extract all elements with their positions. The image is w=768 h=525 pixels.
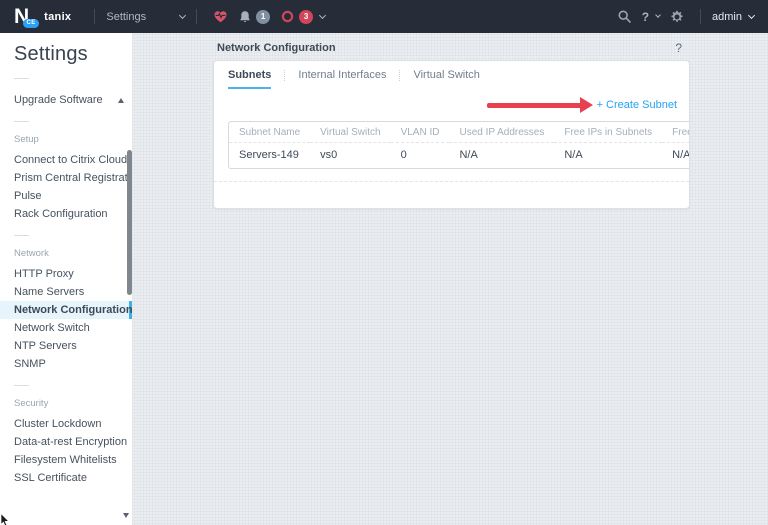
admin-label: admin [712, 10, 742, 23]
tab-separator [284, 70, 286, 81]
alerts-button[interactable]: 3 [280, 9, 327, 24]
sidebar-item-connect-to-citrix-cloud[interactable]: Connect to Citrix Cloud [0, 151, 132, 169]
sidebar-divider [14, 121, 29, 122]
card-footer [214, 182, 689, 208]
sidebar-item-rack-configuration[interactable]: Rack Configuration [0, 205, 132, 223]
tab-virtual-switch[interactable]: Virtual Switch [413, 61, 479, 89]
subnets-table: Subnet Name Virtual Switch VLAN ID Used IP … [228, 121, 689, 169]
create-subnet-row: + Create Subnet [214, 89, 689, 121]
sidebar-item-network-configuration[interactable]: Network Configuration [0, 301, 132, 319]
top-navbar: N CE tanix Settings 1 3 ? admin [0, 0, 768, 33]
help-icon[interactable]: ? [675, 41, 682, 55]
tabs: Subnets Internal Interfaces Virtual Switch [214, 61, 689, 89]
column-header-subnet-name: Subnet Name [239, 127, 301, 138]
sidebar-scrollbar-thumb[interactable] [127, 150, 132, 295]
help-icon: ? [641, 9, 650, 24]
chevron-down-icon [747, 11, 756, 19]
chevron-down-icon [655, 12, 661, 18]
network-configuration-panel: Network Configuration ? Subnets Internal … [213, 36, 690, 209]
sidebar-divider [14, 385, 29, 386]
search-button[interactable] [617, 9, 632, 24]
gear-icon [671, 10, 683, 22]
help-menu[interactable]: ? [641, 9, 661, 24]
tab-internal-interfaces[interactable]: Internal Interfaces [298, 61, 386, 89]
sidebar-sections: Setup Connect to Citrix Cloud Prism Centra… [0, 134, 132, 487]
search-icon [618, 10, 631, 23]
notifications-count-badge: 1 [256, 9, 271, 24]
create-subnet-link[interactable]: + Create Subnet [597, 99, 677, 111]
table-cell: N/A [662, 142, 689, 168]
sidebar-item-network-switch[interactable]: Network Switch [0, 319, 132, 337]
sidebar-divider [14, 235, 29, 236]
annotation-arrow-icon [487, 97, 593, 113]
sidebar-item-upgrade-software[interactable]: Upgrade Software [0, 91, 132, 109]
arrow-head [580, 97, 593, 113]
column-header-used-ip-addresses: Used IP Addresses [459, 127, 545, 138]
column-header-virtual-switch: Virtual Switch [320, 127, 381, 138]
sidebar-item-cluster-lockdown[interactable]: Cluster Lockdown [0, 415, 132, 433]
tab-separator [399, 70, 401, 81]
logo-ce-badge: CE [23, 18, 40, 28]
navbar-divider [196, 9, 198, 24]
table-header-row: Subnet Name Virtual Switch VLAN ID Used IP … [229, 122, 689, 142]
alerts-count-badge: 3 [299, 9, 314, 24]
gear-button[interactable] [670, 10, 684, 24]
sidebar-item-ntp-servers[interactable]: NTP Servers [0, 337, 132, 355]
health-button[interactable] [213, 9, 228, 24]
admin-user-menu[interactable]: admin [712, 10, 756, 23]
table-cell: N/A [554, 142, 663, 168]
scroll-up-icon[interactable] [118, 97, 124, 103]
chevron-down-icon [319, 11, 327, 19]
sidebar-item-label: Upgrade Software [14, 94, 103, 106]
health-heart-icon [214, 11, 227, 23]
sidebar-item-ssl-certificate[interactable]: SSL Certificate [0, 469, 132, 487]
navbar-right-cluster: ? admin [612, 9, 756, 24]
column-header-vlan-id: VLAN ID [400, 127, 440, 138]
column-header-free-ips-in-pool: Free IPs in Pool [672, 127, 689, 138]
sidebar-divider [14, 78, 29, 79]
navbar-divider [94, 9, 96, 24]
page-title: Network Configuration [217, 42, 336, 54]
panel-header: Network Configuration ? [213, 36, 690, 60]
table-cell: Servers-149 [229, 142, 311, 168]
sidebar-section-label-network: Network [14, 248, 49, 259]
settings-sidebar: Settings Upgrade Software Setup Connect t… [0, 33, 133, 525]
arrow-body [487, 102, 582, 108]
cluster-name[interactable]: tanix [44, 11, 71, 23]
alerts-ring-icon [281, 10, 294, 23]
chevron-down-icon [179, 11, 187, 19]
notifications-button[interactable]: 1 [238, 9, 271, 24]
table-row: Servers-149vs00N/AN/AN/AEdit·Delete [229, 142, 689, 168]
table-body: Servers-149vs00N/AN/AN/AEdit·Delete [229, 142, 689, 168]
network-configuration-card: Subnets Internal Interfaces Virtual Switch… [213, 60, 690, 209]
sidebar-title: Settings [14, 43, 88, 65]
sidebar-item-http-proxy[interactable]: HTTP Proxy [0, 265, 132, 283]
notifications-bell-icon [240, 10, 251, 22]
scroll-down-icon[interactable] [123, 513, 129, 518]
table-cell: 0 [390, 142, 450, 168]
sidebar-item-prism-central-registration[interactable]: Prism Central Registration [0, 169, 132, 187]
sidebar-item-data-at-rest-encryption[interactable]: Data-at-rest Encryption [0, 433, 132, 451]
sidebar-section-label-security: Security [14, 398, 49, 409]
sidebar-item-filesystem-whitelists[interactable]: Filesystem Whitelists [0, 451, 132, 469]
settings-menu[interactable]: Settings [106, 10, 187, 23]
nutanix-logo[interactable]: N CE [14, 6, 40, 28]
table-cell: vs0 [310, 142, 391, 168]
tab-subnets[interactable]: Subnets [228, 61, 272, 89]
sidebar-item-snmp[interactable]: SNMP [0, 355, 132, 373]
sidebar-item-name-servers[interactable]: Name Servers [0, 283, 132, 301]
mouse-cursor [0, 513, 10, 525]
table-cell: N/A [449, 142, 555, 168]
settings-menu-label: Settings [106, 10, 147, 23]
sidebar-section-label-setup: Setup [14, 134, 39, 145]
main-content-area: Network Configuration ? Subnets Internal … [133, 33, 768, 525]
column-header-free-ips-in-subnets: Free IPs in Subnets [564, 127, 653, 138]
navbar-divider [700, 9, 702, 24]
sidebar-item-pulse[interactable]: Pulse [0, 187, 132, 205]
